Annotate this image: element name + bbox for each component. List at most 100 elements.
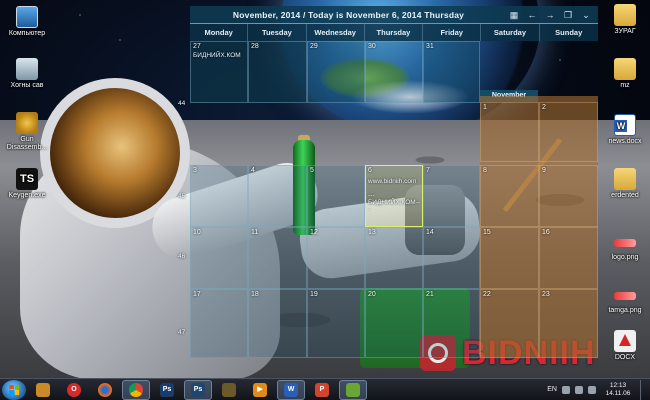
day-cell[interactable]: 3 [190, 165, 248, 227]
day-cell[interactable]: 13 [365, 227, 423, 289]
taskbar: O Ps Ps ▶ W P EN 12:13 14.11.06 [0, 378, 650, 400]
day-cell[interactable]: 31 [423, 41, 480, 103]
day-cell[interactable]: 17 [190, 289, 248, 358]
taskbar-opera[interactable]: O [60, 380, 88, 400]
taskbar-explorer[interactable] [29, 380, 57, 400]
system-tray: EN 12:13 14.11.06 [547, 379, 650, 400]
day-cell[interactable]: 4 [248, 165, 307, 227]
taskbar-photoshop-cs[interactable]: Ps [184, 379, 212, 400]
desktop-icon-erdented[interactable]: erdented [598, 168, 650, 200]
desktop-icon-keygen[interactable]: TS Keygen.exe [0, 168, 54, 200]
day-number: 5 [310, 167, 314, 174]
day-number: 29 [310, 43, 318, 50]
day-cell[interactable]: 11 [248, 227, 307, 289]
arrow-right-icon[interactable]: → [543, 9, 557, 21]
desktop-icon-label: news.docx [608, 138, 642, 145]
day-number: 7 [426, 167, 430, 174]
taskbar-chrome[interactable] [122, 379, 150, 400]
taskbar-game[interactable] [215, 380, 243, 400]
week-number: 46 [178, 253, 186, 260]
day-cell[interactable]: 18 [248, 289, 307, 358]
day-cell[interactable]: 10 [190, 227, 248, 289]
taskbar-clock[interactable]: 12:13 14.11.06 [601, 382, 635, 398]
day-cell[interactable]: 27 БИДНИЙХ.КОМ [190, 41, 248, 103]
day-cell[interactable]: 12 [307, 227, 365, 289]
window-icon[interactable]: ❐ [561, 9, 575, 21]
day-cell[interactable]: 30 [365, 41, 423, 103]
photoshop-cs-icon: Ps [191, 382, 205, 397]
taskbar-media-player[interactable]: ▶ [246, 380, 274, 400]
weekday-friday: Friday [423, 24, 482, 41]
day-cell[interactable]: 8 [480, 165, 539, 227]
show-hidden-icons-icon[interactable] [562, 385, 570, 394]
desktop-icon-label: Keygen.exe [8, 192, 46, 199]
day-cell[interactable]: 14 [423, 227, 480, 289]
calendar-header: November, 2014 / Today is November 6, 20… [190, 6, 598, 24]
calendar-title: November, 2014 / Today is November 6, 20… [232, 9, 465, 20]
desktop-icon-computer[interactable]: Компьютер [0, 6, 54, 38]
desktop-icon-label: Компьютер [8, 30, 46, 37]
day-cell[interactable]: 23 [539, 289, 598, 358]
volume-icon[interactable] [588, 385, 596, 394]
folder-icon [614, 168, 636, 190]
day-number: 4 [251, 167, 255, 174]
day-number: 20 [368, 291, 376, 298]
firefox-icon [98, 382, 112, 397]
desktop-icon-label: logo.png [611, 254, 639, 261]
day-cell[interactable]: 16 [539, 227, 598, 289]
desktop-icon-label: Gun Disassemb... [6, 136, 48, 151]
day-number: 3 [193, 167, 197, 174]
desktop-icon-tamga-png[interactable]: tamga.png [598, 285, 650, 315]
language-indicator[interactable]: EN [547, 386, 557, 393]
keygen-icon: TS [16, 168, 38, 190]
desktop-icon-mz[interactable]: mz [598, 58, 650, 90]
desktop-icon-zurag[interactable]: ЗУРАГ [598, 4, 650, 36]
day-cell[interactable]: 29 [307, 41, 365, 103]
day-cell-today[interactable]: 6 www.bidniih.com ---БИДНИЙХ.КОМ--- [365, 165, 423, 227]
media-player-icon: ▶ [253, 382, 267, 397]
calendar-icon[interactable]: ▦ [507, 9, 521, 21]
taskbar-word[interactable]: W [277, 379, 305, 400]
start-button[interactable] [2, 379, 26, 400]
taskbar-firefox[interactable] [91, 380, 119, 400]
day-cell[interactable]: 5 [307, 165, 365, 227]
desktop-icon-docx[interactable]: DOCX [598, 330, 650, 362]
desktop-icon-news-docx[interactable]: news.docx [598, 114, 650, 146]
desktop-icon-gun-disassembly[interactable]: Gun Disassemb... [0, 112, 54, 152]
taskbar-desktop-calendar[interactable] [339, 379, 367, 400]
day-number: 19 [310, 291, 318, 298]
desktop-icon-label: tamga.png [608, 307, 642, 314]
day-cell[interactable]: 22 [480, 289, 539, 358]
recycle-bin-icon [16, 58, 38, 80]
desktop-icon-label: Хогны сав [10, 82, 44, 89]
desktop-icon-label: erdented [611, 192, 639, 199]
day-cell[interactable]: 19 [307, 289, 365, 358]
weekday-saturday: Saturday [481, 24, 540, 41]
show-desktop-button[interactable] [640, 379, 646, 400]
day-note: БИДНИЙХ.КОМ [193, 52, 241, 59]
desktop-icon-recycle-bin[interactable]: Хогны сав [0, 58, 54, 90]
chevron-down-icon[interactable]: ⌄ [579, 9, 593, 21]
day-number: 27 [193, 43, 201, 50]
week-number: 45 [178, 193, 186, 200]
day-cell[interactable]: 15 [480, 227, 539, 289]
day-cell[interactable]: 28 [248, 41, 307, 103]
taskbar-powerpoint[interactable]: P [308, 380, 336, 400]
weekday-tuesday: Tuesday [248, 24, 307, 41]
day-cell[interactable]: 21 [423, 289, 480, 358]
day-number: 8 [483, 167, 487, 174]
day-cell[interactable]: 1 [480, 102, 539, 162]
day-cell[interactable]: 7 [423, 165, 480, 227]
taskbar-photoshop[interactable]: Ps [153, 380, 181, 400]
day-number: 6 [368, 167, 372, 174]
day-cell[interactable]: 9 [539, 165, 598, 227]
day-cell[interactable]: 20 [365, 289, 423, 358]
network-icon[interactable] [575, 385, 583, 394]
day-number: 31 [426, 43, 434, 50]
arrow-left-icon[interactable]: ← [525, 9, 539, 21]
day-cell[interactable]: 2 [539, 102, 598, 162]
word-doc-icon [614, 114, 636, 136]
desktop-icon-logo-png[interactable]: logo.png [598, 232, 650, 262]
day-number: 2 [542, 104, 546, 111]
clock-date: 14.11.06 [605, 389, 631, 397]
